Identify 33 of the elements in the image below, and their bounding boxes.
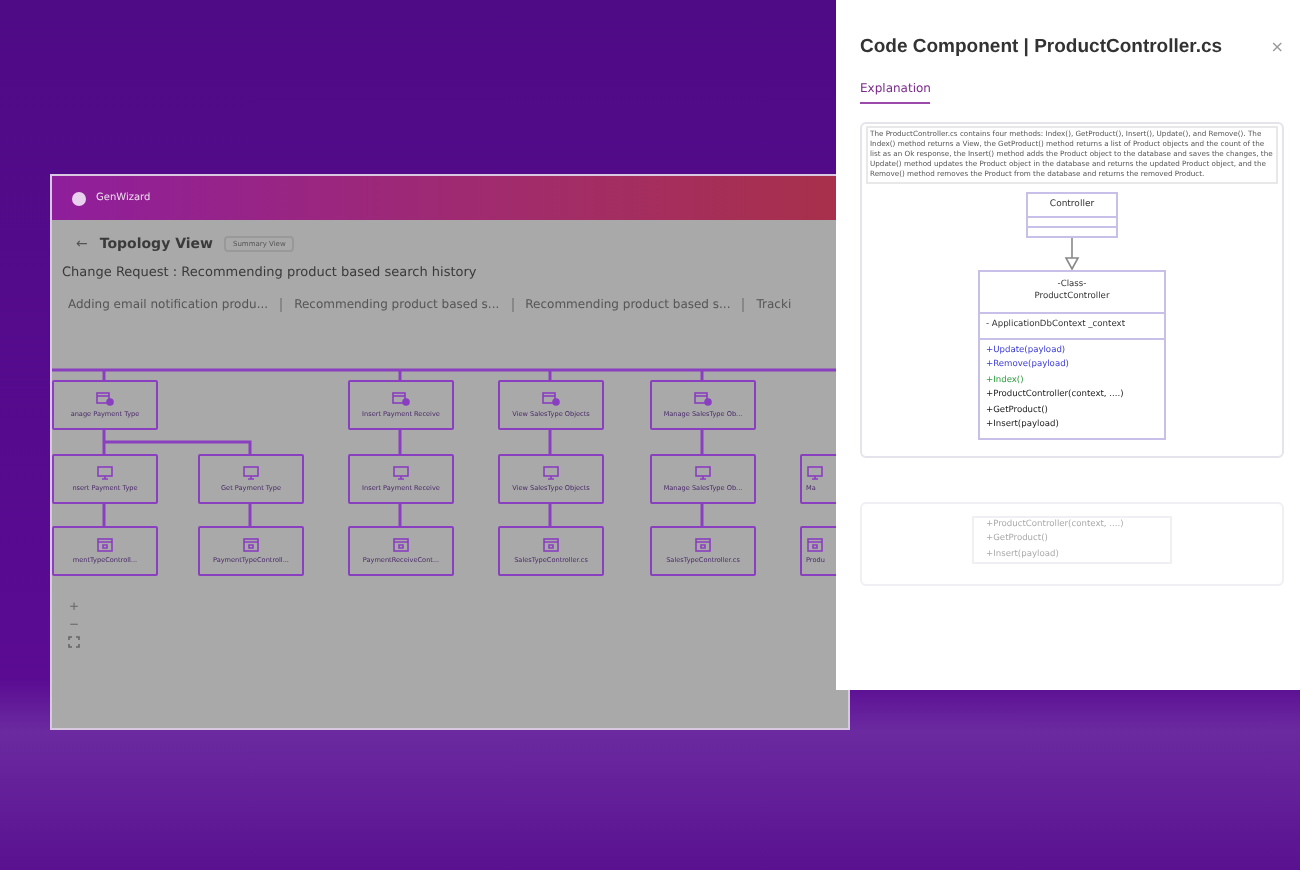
file-window-icon [242,538,260,552]
monitor-icon [806,466,824,480]
logo-icon [72,191,86,205]
close-button[interactable]: × [1270,38,1284,56]
file-window-icon [542,538,560,552]
window-icon [96,392,114,406]
modal-title: Code Component | ProductController.cs [860,36,1223,58]
file-window-icon [806,538,824,552]
connector-line [398,370,402,380]
connector-line [102,370,106,380]
monitor-icon [392,466,410,480]
connector-line [548,504,552,526]
connector-line [248,504,252,526]
monitor-icon [694,466,712,480]
fit-view-icon[interactable] [68,636,80,648]
connector-line [700,504,704,526]
connector-line [548,430,552,454]
file-window-icon [392,538,410,552]
window-icon [694,392,712,406]
inheritance-arrow [1064,238,1080,270]
file-window-icon [96,538,114,552]
monitor-icon [96,466,114,480]
monitor-icon [242,466,260,480]
window-icon [542,392,560,406]
connector-line [700,430,704,454]
connector-line [548,370,552,380]
connector-line [398,430,402,454]
connector-line [700,370,704,380]
window-icon [392,392,410,406]
monitor-icon [542,466,560,480]
connector-line [398,504,402,526]
connector-line [102,504,106,526]
file-window-icon [694,538,712,552]
